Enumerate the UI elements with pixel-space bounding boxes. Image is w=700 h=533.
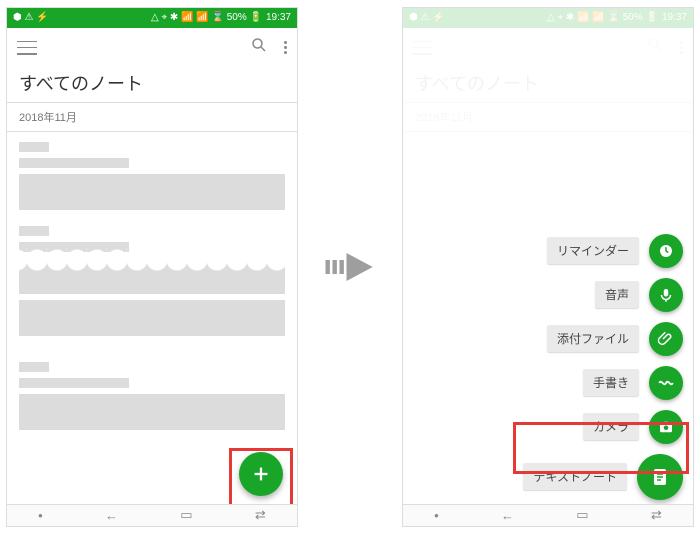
fab-label: リマインダー <box>547 237 639 264</box>
fab-label: 音声 <box>595 281 639 308</box>
system-nav-bar: • ← ▭ ⇄ <box>403 504 693 526</box>
fab-speed-dial: リマインダー 音声 添付ファイル 手書き <box>523 234 683 500</box>
phone-right: ⬢ ⚠ ⚡ △ ⌖ ✱ 📶 📶 ⌛ 50% 🔋 19:37 すべてのノート 20… <box>402 7 694 527</box>
status-time: 19:37 <box>266 13 291 23</box>
status-left-icons: ⬢ ⚠ ⚡ <box>13 13 49 23</box>
note-list <box>7 142 297 430</box>
fab-item-handwriting[interactable]: 手書き <box>583 366 683 400</box>
note-placeholder[interactable] <box>19 142 285 210</box>
handwriting-icon <box>649 366 683 400</box>
fab-label: 手書き <box>583 369 639 396</box>
nav-dot[interactable]: • <box>38 508 43 523</box>
fab-label: テキストノート <box>523 463 627 490</box>
nav-back[interactable]: ← <box>105 508 118 523</box>
fab-item-camera[interactable]: カメラ <box>583 410 683 444</box>
microphone-icon <box>649 278 683 312</box>
nav-recent[interactable]: ▭ <box>576 507 588 523</box>
phone-left: ⬢ ⚠ ⚡ △ ⌖ ✱ 📶 📶 ⌛ 50% 🔋 19:37 すべてのノート 20… <box>6 7 298 527</box>
fab-item-reminder[interactable]: リマインダー <box>547 234 683 268</box>
reminder-icon <box>649 234 683 268</box>
text-note-icon <box>637 454 683 500</box>
transition-arrow-icon <box>322 249 378 285</box>
nav-switch[interactable]: ⇄ <box>651 507 662 523</box>
status-bar: ⬢ ⚠ ⚡ △ ⌖ ✱ 📶 📶 ⌛ 50% 🔋 19:37 <box>7 8 297 28</box>
section-header: 2018年11月 <box>7 103 297 131</box>
paperclip-icon <box>649 322 683 356</box>
fab-item-attachment[interactable]: 添付ファイル <box>547 322 683 356</box>
nav-recent[interactable]: ▭ <box>180 507 192 523</box>
note-placeholder[interactable] <box>19 362 285 430</box>
nav-switch[interactable]: ⇄ <box>255 507 266 523</box>
fab-label: カメラ <box>583 413 639 440</box>
nav-back[interactable]: ← <box>501 508 514 523</box>
system-nav-bar: • ← ▭ ⇄ <box>7 504 297 526</box>
fab-item-text-note[interactable]: テキストノート <box>523 454 683 500</box>
note-placeholder[interactable] <box>19 226 285 336</box>
camera-icon <box>649 410 683 444</box>
toolbar <box>7 28 297 68</box>
hamburger-icon[interactable] <box>17 41 37 55</box>
status-right-icons: △ ⌖ ✱ 📶 📶 ⌛ 50% 🔋 <box>151 13 262 23</box>
fab-add-button[interactable] <box>239 452 283 496</box>
page-title: すべてのノート <box>7 68 297 102</box>
nav-dot[interactable]: • <box>434 508 439 523</box>
kebab-icon[interactable] <box>284 41 287 54</box>
fab-item-audio[interactable]: 音声 <box>595 278 683 312</box>
search-icon[interactable] <box>250 36 268 59</box>
fab-label: 添付ファイル <box>547 325 639 352</box>
